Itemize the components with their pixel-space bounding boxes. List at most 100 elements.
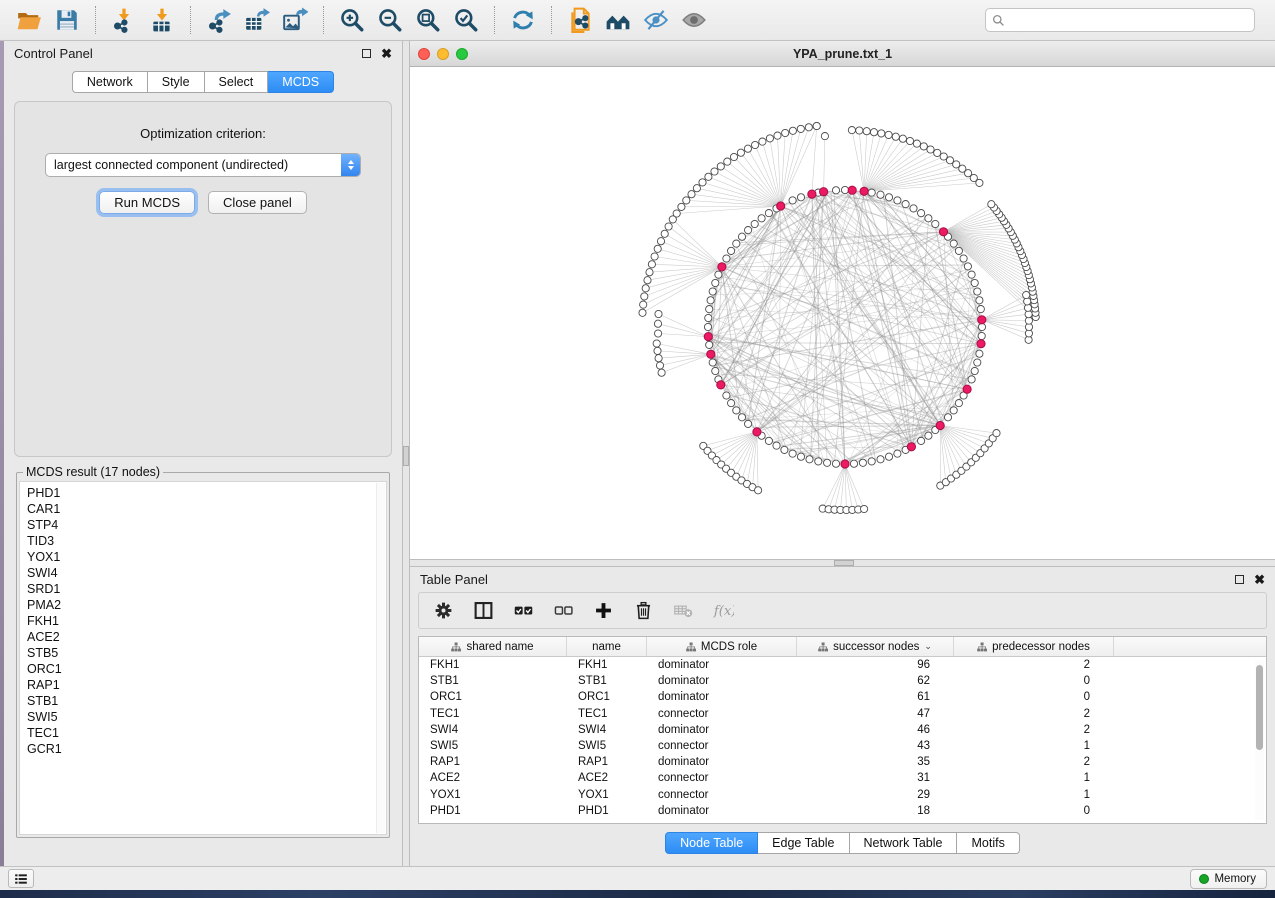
list-item[interactable]: GCR1 (27, 741, 386, 757)
cell-shared-name[interactable]: ORC1 (419, 691, 567, 703)
show-details-button[interactable] (678, 4, 710, 36)
run-mcds-button[interactable]: Run MCDS (99, 191, 195, 214)
cell-name[interactable]: YOX1 (567, 789, 647, 801)
cell-name[interactable]: FKH1 (567, 659, 647, 671)
splitter-grip[interactable] (403, 446, 409, 466)
search-input[interactable] (1009, 13, 1248, 27)
cell-predecessor-nodes[interactable]: 2 (954, 708, 1114, 720)
task-history-button[interactable] (8, 869, 34, 888)
list-item[interactable]: SRD1 (27, 581, 386, 597)
tab-motifs[interactable]: Motifs (957, 832, 1019, 854)
cell-successor-nodes[interactable]: 43 (797, 740, 954, 752)
cell-successor-nodes[interactable]: 96 (797, 659, 954, 671)
select-all-button[interactable] (513, 600, 534, 621)
horizontal-splitter[interactable] (410, 559, 1275, 567)
cell-MCDS-role[interactable]: connector (647, 772, 797, 784)
table-row[interactable]: PHD1PHD1dominator180 (419, 803, 1266, 819)
list-item[interactable]: STB5 (27, 645, 386, 661)
vertical-splitter[interactable] (402, 41, 410, 866)
cell-name[interactable]: RAP1 (567, 756, 647, 768)
cell-successor-nodes[interactable]: 61 (797, 691, 954, 703)
close-panel-button[interactable]: Close panel (208, 191, 307, 214)
cell-predecessor-nodes[interactable]: 1 (954, 740, 1114, 752)
splitter-grip[interactable] (834, 560, 854, 566)
network-titlebar[interactable]: YPA_prune.txt_1 (410, 41, 1275, 67)
table-row[interactable]: RAP1RAP1dominator352 (419, 754, 1266, 770)
cell-name[interactable]: ACE2 (567, 772, 647, 784)
zoom-out-button[interactable] (374, 4, 406, 36)
cell-successor-nodes[interactable]: 46 (797, 724, 954, 736)
table-row[interactable]: YOX1YOX1connector291 (419, 787, 1266, 803)
cell-name[interactable]: TEC1 (567, 708, 647, 720)
cell-shared-name[interactable]: FKH1 (419, 659, 567, 671)
cell-MCDS-role[interactable]: connector (647, 708, 797, 720)
cell-name[interactable]: SWI4 (567, 724, 647, 736)
cell-shared-name[interactable]: TEC1 (419, 708, 567, 720)
list-item[interactable]: STP4 (27, 517, 386, 533)
cell-predecessor-nodes[interactable]: 2 (954, 724, 1114, 736)
cell-predecessor-nodes[interactable]: 0 (954, 675, 1114, 687)
zoom-fit-button[interactable] (412, 4, 444, 36)
column-header-predecessor-nodes[interactable]: predecessor nodes (954, 637, 1114, 656)
mcds-result-list[interactable]: PHD1CAR1STP4TID3YOX1SWI4SRD1PMA2FKH1ACE2… (19, 481, 387, 835)
cell-name[interactable]: ORC1 (567, 691, 647, 703)
table-row[interactable]: TEC1TEC1connector472 (419, 706, 1266, 722)
column-header-MCDS-role[interactable]: MCDS role (647, 637, 797, 656)
clone-network-button[interactable] (564, 4, 596, 36)
tab-style[interactable]: Style (148, 71, 205, 93)
tab-mcds[interactable]: MCDS (268, 71, 334, 93)
cell-successor-nodes[interactable]: 18 (797, 805, 954, 817)
tab-select[interactable]: Select (205, 71, 269, 93)
refresh-button[interactable] (507, 4, 539, 36)
zoom-selected-button[interactable] (450, 4, 482, 36)
close-window-icon[interactable] (418, 48, 430, 60)
network-canvas[interactable] (410, 67, 1275, 558)
table-row[interactable]: ORC1ORC1dominator610 (419, 689, 1266, 705)
scrollbar-thumb[interactable] (1256, 665, 1263, 750)
cell-MCDS-role[interactable]: dominator (647, 675, 797, 687)
column-header-name[interactable]: name (567, 637, 647, 656)
cell-successor-nodes[interactable]: 35 (797, 756, 954, 768)
table-scrollbar[interactable] (1255, 660, 1264, 820)
table-row[interactable]: ACE2ACE2connector311 (419, 770, 1266, 786)
criterion-select[interactable]: largest connected component (undirected) (45, 153, 361, 177)
list-item[interactable]: ACE2 (27, 629, 386, 645)
function-button[interactable]: f(x) (713, 600, 734, 621)
list-item[interactable]: YOX1 (27, 549, 386, 565)
cell-predecessor-nodes[interactable]: 0 (954, 805, 1114, 817)
cell-shared-name[interactable]: ACE2 (419, 772, 567, 784)
cell-predecessor-nodes[interactable]: 1 (954, 789, 1114, 801)
memory-button[interactable]: Memory (1190, 869, 1267, 889)
cell-successor-nodes[interactable]: 29 (797, 789, 954, 801)
cell-MCDS-role[interactable]: dominator (647, 659, 797, 671)
tab-network[interactable]: Network (72, 71, 148, 93)
cell-MCDS-role[interactable]: dominator (647, 756, 797, 768)
table-row[interactable]: FKH1FKH1dominator962 (419, 657, 1266, 673)
list-item[interactable]: STB1 (27, 693, 386, 709)
cell-successor-nodes[interactable]: 47 (797, 708, 954, 720)
add-button[interactable] (593, 600, 614, 621)
minimize-window-icon[interactable] (437, 48, 449, 60)
list-item[interactable]: ORC1 (27, 661, 386, 677)
list-scrollbar[interactable] (376, 483, 385, 833)
cell-shared-name[interactable]: YOX1 (419, 789, 567, 801)
cell-shared-name[interactable]: PHD1 (419, 805, 567, 817)
float-panel-icon[interactable] (362, 49, 371, 58)
column-header-shared-name[interactable]: shared name (419, 637, 567, 656)
list-item[interactable]: CAR1 (27, 501, 386, 517)
cell-shared-name[interactable]: SWI5 (419, 740, 567, 752)
table-row[interactable]: SWI4SWI4dominator462 (419, 722, 1266, 738)
cell-predecessor-nodes[interactable]: 0 (954, 691, 1114, 703)
search-box[interactable] (985, 8, 1255, 32)
table-row[interactable]: STB1STB1dominator620 (419, 673, 1266, 689)
list-item[interactable]: TID3 (27, 533, 386, 549)
delete-table-button[interactable] (673, 600, 694, 621)
cell-MCDS-role[interactable]: dominator (647, 724, 797, 736)
cell-successor-nodes[interactable]: 62 (797, 675, 954, 687)
cell-successor-nodes[interactable]: 31 (797, 772, 954, 784)
hide-details-button[interactable] (640, 4, 672, 36)
cell-MCDS-role[interactable]: dominator (647, 805, 797, 817)
tab-node-table[interactable]: Node Table (665, 832, 758, 854)
cell-predecessor-nodes[interactable]: 2 (954, 659, 1114, 671)
binoculars-button[interactable] (602, 4, 634, 36)
